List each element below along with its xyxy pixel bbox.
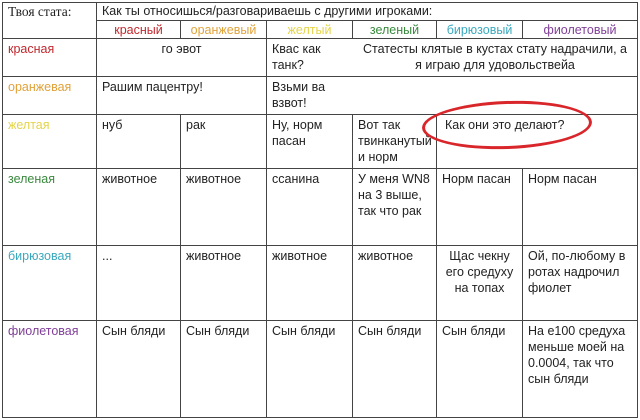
cell-orange-yellow: Взьми ва взвот! xyxy=(272,80,326,110)
row-label-red: красная xyxy=(8,42,55,56)
cell-green-turquoise: Норм пасан xyxy=(442,172,511,186)
row-label-turquoise: бирюзовая xyxy=(8,249,72,263)
cell-purple-turquoise: Сын бляди xyxy=(442,324,506,338)
column-header-yellow: желтый xyxy=(287,23,332,37)
row-label-yellow: желтая xyxy=(8,118,50,132)
row-label-green: зеленая xyxy=(8,172,55,186)
column-header-purple: фиолетовый xyxy=(543,23,617,37)
corner-header: Твоя стата: xyxy=(8,4,72,19)
cell-purple-orange: Сын бляди xyxy=(186,324,250,338)
cell-green-green: У меня WN8 на 3 выше, так что рак xyxy=(358,172,430,218)
cell-turquoise-green: животное xyxy=(358,249,414,263)
row-label-orange: оранжевая xyxy=(8,80,72,94)
cell-turquoise-orange: животное xyxy=(186,249,242,263)
cell-purple-yellow: Сын бляди xyxy=(272,324,336,338)
cell-red-red: го эвот xyxy=(161,42,202,56)
question-header: Как ты относишься/разговариваешь с други… xyxy=(102,4,433,18)
column-header-turquoise: бирюзовый xyxy=(446,23,513,37)
cell-yellow-yellow: Ну, норм пасан xyxy=(272,118,323,148)
cell-orange-red: Рашим пацентру! xyxy=(102,80,203,94)
row-label-purple: фиолетовая xyxy=(8,324,79,338)
cell-turquoise-purple: Ой, по-любому в ротах надрочил фиолет xyxy=(528,249,626,295)
cell-red-yellow: Квас как танк? xyxy=(272,42,321,72)
column-header-green: зеленый xyxy=(369,23,420,37)
cell-red-green: Статесты клятые в кустах стату надрачили… xyxy=(363,42,627,72)
cell-green-purple: Норм пасан xyxy=(528,172,597,186)
cell-turquoise-red: ... xyxy=(102,249,113,263)
cell-purple-purple: На е100 средуха меньше моей на 0.0004, т… xyxy=(528,324,626,386)
cell-purple-green: Сын бляди xyxy=(358,324,422,338)
column-header-red: красный xyxy=(114,23,163,37)
cell-turquoise-yellow: животное xyxy=(272,249,328,263)
table-border xyxy=(637,2,638,418)
column-header-orange: оранжевый xyxy=(190,23,257,37)
cell-purple-red: Сын бляди xyxy=(102,324,166,338)
cell-yellow-red: нуб xyxy=(102,118,123,132)
cell-yellow-orange: рак xyxy=(186,118,206,132)
stats-table: Твоя стата: Как ты относишься/разговарив… xyxy=(0,0,640,420)
cell-green-yellow: ссанина xyxy=(272,172,320,186)
table-border xyxy=(2,417,638,418)
cell-turquoise-turquoise: Щас чекну его средуху на топах xyxy=(445,249,514,295)
cell-green-red: животное xyxy=(102,172,158,186)
cell-green-orange: животное xyxy=(186,172,242,186)
